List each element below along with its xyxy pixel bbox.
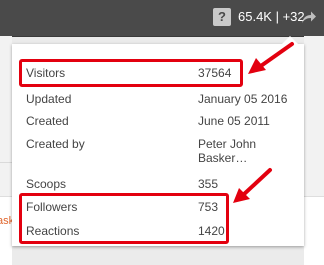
stat-label: Scoops xyxy=(26,177,67,191)
top-bar: ? 65.4K | +32 xyxy=(0,0,324,37)
background-page-right xyxy=(304,36,324,265)
stat-value: January 05 2016 xyxy=(198,92,288,106)
red-arrow-annotation xyxy=(248,42,294,74)
background-card xyxy=(304,196,324,265)
red-arrow-annotation xyxy=(233,168,272,203)
divider xyxy=(0,162,12,163)
stats-counter[interactable]: 65.4K | +32 xyxy=(238,8,305,26)
help-icon[interactable]: ? xyxy=(213,8,231,26)
stat-label: Created by xyxy=(26,137,85,151)
stat-value: Peter John Basker… xyxy=(198,137,257,165)
stat-value: June 05 2011 xyxy=(198,114,270,128)
share-icon[interactable] xyxy=(301,10,317,24)
highlight-box-visitors xyxy=(19,59,243,87)
background-page-left: ask xyxy=(0,36,14,265)
stat-label: Updated xyxy=(26,92,72,106)
background-card: ask xyxy=(0,196,14,265)
highlight-box-followers-reactions xyxy=(19,193,229,244)
stat-label: Created xyxy=(26,114,69,128)
